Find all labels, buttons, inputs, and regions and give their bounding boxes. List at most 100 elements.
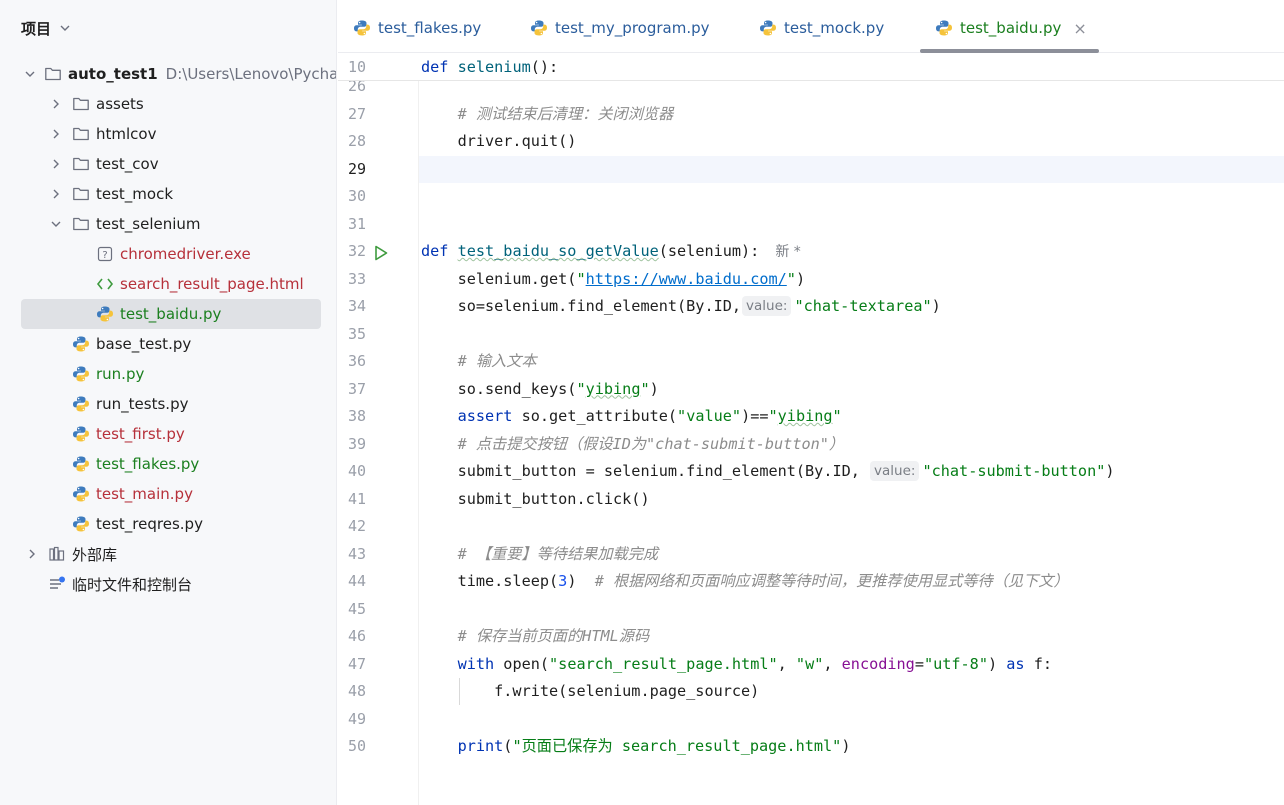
code-line[interactable]: 30 <box>338 183 1284 210</box>
tab-test-baidu[interactable]: test_baidu.py × <box>935 14 1087 42</box>
code-line[interactable]: 42 <box>338 513 1284 540</box>
code-line[interactable]: 39 # 点击提交按钮（假设ID为"chat-submit-button"） <box>338 431 1284 458</box>
tab-test-flakes[interactable]: test_flakes.py <box>353 14 481 42</box>
code-text[interactable]: def test_baidu_so_getValue(selenium): 新 * <box>421 238 801 266</box>
code-line[interactable]: 50 print("页面已保存为 search_result_page.html… <box>338 733 1284 760</box>
tree-item-test-mock[interactable]: test_mock <box>0 179 336 209</box>
code-line[interactable]: 27 # 测试结束后清理：关闭浏览器 <box>338 101 1284 128</box>
tab-label: test_mock.py <box>784 19 885 37</box>
chevron-right-icon[interactable] <box>48 156 64 172</box>
code-text[interactable]: so.send_keys("yibing") <box>421 376 659 403</box>
code-line[interactable]: 46 # 保存当前页面的HTML源码 <box>338 623 1284 650</box>
code-author-hint[interactable]: 新 * <box>775 244 800 260</box>
code-text[interactable]: f.write(selenium.page_source) <box>421 678 759 705</box>
tree-item-search-result-page-html[interactable]: search_result_page.html <box>0 269 336 299</box>
chevron-right-icon[interactable] <box>48 96 64 112</box>
tree-item-label: test_cov <box>96 155 159 173</box>
line-number: 49 <box>347 709 366 728</box>
code-line[interactable]: 34 so=selenium.find_element(By.ID, value:… <box>338 293 1284 320</box>
chevron-right-icon[interactable] <box>48 126 64 142</box>
run-test-icon[interactable] <box>374 243 388 261</box>
tree-item-test-main-py[interactable]: test_main.py <box>0 479 336 509</box>
code-line[interactable]: 37 so.send_keys("yibing") <box>338 376 1284 403</box>
folder-icon <box>72 125 90 143</box>
code-token: " <box>786 269 796 288</box>
tree-item-test-first-py[interactable]: test_first.py <box>0 419 336 449</box>
tree-item-chromedriver-exe[interactable]: ? chromedriver.exe <box>0 239 336 269</box>
tab-label: test_flakes.py <box>378 19 482 37</box>
code-text[interactable]: # 保存当前页面的HTML源码 <box>421 623 650 650</box>
code-line[interactable]: 45 <box>338 596 1284 623</box>
close-tab-icon[interactable]: × <box>1073 19 1086 38</box>
code-text[interactable]: time.sleep(3) # 根据网络和页面响应调整等待时间，更推荐使用显式等… <box>421 568 1069 595</box>
tree-item-label: 外部库 <box>72 545 118 564</box>
code-text[interactable]: def selenium(): <box>421 54 558 81</box>
tree-item-test-reqres-py[interactable]: test_reqres.py <box>0 509 336 539</box>
code-text[interactable]: selenium.get("https://www.baidu.com/") <box>421 266 806 293</box>
code-line[interactable]: 43 # 【重要】等待结果加载完成 <box>338 541 1284 568</box>
code-token: ) <box>795 269 806 288</box>
tree-item-test-baidu-py[interactable]: test_baidu.py <box>0 299 336 329</box>
tree-item-test-flakes-py[interactable]: test_flakes.py <box>0 449 336 479</box>
tree-item-auto-test1[interactable]: auto_test1 D:\Users\Lenovo\Pycharm <box>0 59 336 89</box>
tree-item-label: test_reqres.py <box>96 515 203 533</box>
tree-item-label: htmlcov <box>96 125 157 143</box>
code-token: " <box>640 379 650 398</box>
code-line[interactable]: 36 # 输入文本 <box>338 348 1284 375</box>
code-text[interactable]: submit_button = selenium.find_element(By… <box>421 458 1115 485</box>
line-number: 39 <box>347 434 366 453</box>
library-icon <box>48 545 66 563</box>
tab-test-my-program[interactable]: test_my_program.py <box>530 14 710 42</box>
code-text[interactable]: submit_button.click() <box>421 486 650 513</box>
code-line[interactable]: 28 driver.quit() <box>338 128 1284 155</box>
tree-item-run-py[interactable]: run.py <box>0 359 336 389</box>
code-line[interactable]: 41 submit_button.click() <box>338 486 1284 513</box>
chevron-down-icon[interactable] <box>48 216 64 232</box>
code-text[interactable]: driver.quit() <box>421 128 577 155</box>
code-token: 3 <box>558 572 568 590</box>
tree-item-[interactable]: 临时文件和控制台 <box>0 569 336 599</box>
code-line[interactable]: 33 selenium.get("https://www.baidu.com/"… <box>338 266 1284 293</box>
code-line[interactable]: 44 time.sleep(3) # 根据网络和页面响应调整等待时间，更推荐使用… <box>338 568 1284 595</box>
code-text[interactable]: # 【重要】等待结果加载完成 <box>421 541 659 568</box>
line-number: 32 <box>347 242 366 260</box>
code-text[interactable]: print("页面已保存为 search_result_page.html") <box>421 733 851 760</box>
code-text[interactable]: # 测试结束后清理：关闭浏览器 <box>421 101 674 128</box>
line-number: 37 <box>347 379 366 398</box>
tree-item-test-selenium[interactable]: test_selenium <box>0 209 336 239</box>
code-line[interactable]: 38 assert so.get_attribute("value")=="yi… <box>338 403 1284 430</box>
sticky-line[interactable]: 10 def selenium(): <box>338 54 1284 81</box>
python-file-icon <box>72 485 90 503</box>
code-token: selenium <box>457 58 531 76</box>
code-line[interactable]: 32 def test_baidu_so_getValue(selenium): 新… <box>338 238 1284 265</box>
code-editor[interactable]: 25 yield driver2627 # 测试结束后清理：关闭浏览器28 dr… <box>338 54 1284 805</box>
code-line[interactable]: 31 <box>338 211 1284 238</box>
code-line[interactable]: 49 <box>338 706 1284 733</box>
code-text[interactable]: so=selenium.find_element(By.ID, value: "ch… <box>421 293 941 320</box>
scratches-icon <box>48 575 66 593</box>
code-line[interactable]: 48 f.write(selenium.page_source) <box>338 678 1284 705</box>
code-line[interactable]: 40 submit_button = selenium.find_element… <box>338 458 1284 485</box>
code-line[interactable]: 35 <box>338 321 1284 348</box>
code-text[interactable]: with open("search_result_page.html", "w"… <box>421 651 1052 678</box>
active-tab-indicator <box>920 49 1099 53</box>
tree-item-run-tests-py[interactable]: run_tests.py <box>0 389 336 419</box>
chevron-down-icon[interactable] <box>24 66 36 82</box>
code-text[interactable]: # 点击提交按钮（假设ID为"chat-submit-button"） <box>421 431 845 458</box>
code-text[interactable]: # 输入文本 <box>421 348 537 375</box>
code-line[interactable]: 29 <box>338 156 1284 183</box>
tree-item-assets[interactable]: assets <box>0 89 336 119</box>
tree-item-htmlcov[interactable]: htmlcov <box>0 119 336 149</box>
chevron-right-icon[interactable] <box>24 546 40 562</box>
code-token: # 保存当前页面的HTML源码 <box>457 627 650 645</box>
tree-item-base-test-py[interactable]: base_test.py <box>0 329 336 359</box>
line-number: 33 <box>347 269 366 288</box>
code-line[interactable]: 47 with open("search_result_page.html", … <box>338 651 1284 678</box>
project-view-selector[interactable]: 项目 <box>21 17 71 39</box>
tree-item-test-cov[interactable]: test_cov <box>0 149 336 179</box>
tab-test-mock[interactable]: test_mock.py <box>759 14 884 42</box>
tree-item-[interactable]: 外部库 <box>0 539 336 569</box>
code-text[interactable]: assert so.get_attribute("value")=="yibin… <box>421 403 842 430</box>
chevron-right-icon[interactable] <box>48 186 64 202</box>
